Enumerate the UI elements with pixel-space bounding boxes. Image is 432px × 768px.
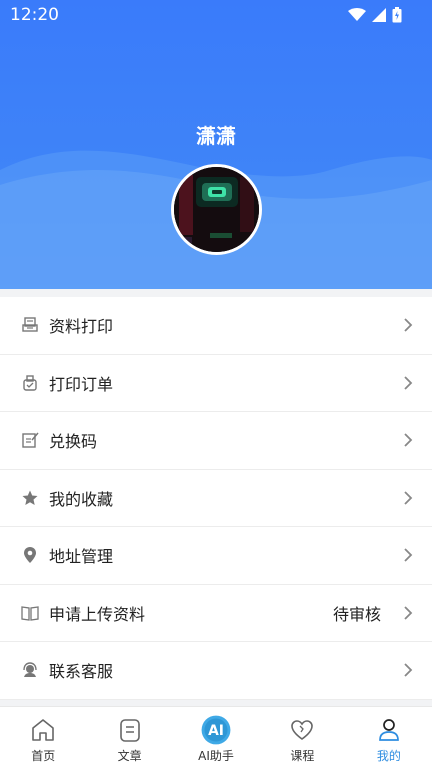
chevron-right-icon [404, 663, 413, 677]
printer-doc-icon [22, 317, 38, 332]
bottom-tab-bar: 首页 文章 AI AI助手 课程 我的 [0, 706, 432, 768]
menu-label: 兑换码 [49, 432, 98, 452]
avatar-image [174, 167, 259, 252]
status-icons [348, 7, 402, 23]
avatar[interactable] [171, 164, 262, 255]
ai-assistant-icon: AI [201, 715, 231, 745]
profile-icon [378, 719, 399, 741]
tab-label: 文章 [117, 749, 142, 763]
menu-item-print-orders[interactable]: 打印订单 [0, 355, 432, 412]
menu-item-upload-request[interactable]: 申请上传资料 待审核 [0, 585, 432, 642]
chevron-right-icon [404, 606, 413, 620]
signal-icon [372, 8, 386, 22]
chevron-right-icon [404, 318, 413, 332]
tab-label: 我的 [376, 749, 401, 763]
tab-label: 课程 [290, 749, 315, 763]
print-order-icon [23, 375, 37, 391]
edit-note-icon [22, 432, 39, 448]
menu-item-address[interactable]: 地址管理 [0, 527, 432, 585]
tab-home[interactable]: 首页 [0, 707, 86, 768]
tab-label: AI助手 [198, 749, 234, 763]
status-bar: 12:20 [0, 0, 432, 30]
upload-status-value: 待审核 [332, 604, 381, 624]
battery-icon [392, 7, 402, 23]
menu-item-redeem-code[interactable]: 兑换码 [0, 412, 432, 470]
menu-item-customer-service[interactable]: 联系客服 [0, 642, 432, 700]
wifi-icon [348, 8, 366, 21]
tab-label: 首页 [31, 749, 56, 763]
menu-item-favorites[interactable]: 我的收藏 [0, 470, 432, 527]
tab-ai-assistant[interactable]: AI AI助手 [173, 707, 259, 768]
menu-label: 地址管理 [49, 547, 114, 567]
location-pin-icon [24, 547, 36, 564]
menu-label: 打印订单 [49, 374, 114, 394]
chevron-right-icon [404, 433, 413, 447]
tab-articles[interactable]: 文章 [86, 707, 172, 768]
chevron-right-icon [404, 548, 413, 562]
menu-list: 资料打印 打印订单 兑换码 我的收藏 地址管理 申请上传资料 待审核 联系客服 [0, 297, 432, 700]
profile-username: 潇潇 [196, 124, 236, 148]
profile-header: 12:20 潇潇 [0, 0, 432, 289]
customer-service-icon [23, 662, 37, 678]
chevron-right-icon [404, 491, 413, 505]
article-icon [119, 719, 140, 742]
star-icon [22, 490, 38, 505]
menu-label: 我的收藏 [49, 489, 114, 509]
menu-label: 资料打印 [49, 317, 114, 337]
chevron-right-icon [404, 376, 413, 390]
ai-badge-text: AI [208, 723, 224, 739]
menu-item-material-print[interactable]: 资料打印 [0, 297, 432, 355]
open-book-icon [21, 606, 39, 621]
home-icon [32, 719, 55, 741]
status-time: 12:20 [10, 5, 59, 25]
menu-label: 申请上传资料 [49, 604, 146, 624]
tab-profile[interactable]: 我的 [346, 707, 432, 768]
menu-label: 联系客服 [49, 662, 114, 682]
heart-icon [291, 720, 314, 740]
tab-courses[interactable]: 课程 [259, 707, 345, 768]
